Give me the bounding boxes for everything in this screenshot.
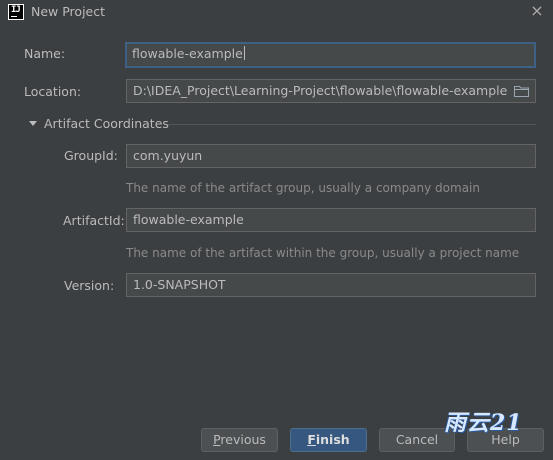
- name-input[interactable]: flowable-example: [125, 42, 536, 68]
- triangle-down-icon[interactable]: [29, 121, 37, 126]
- groupid-input-value: com.yuyun: [133, 148, 203, 163]
- location-label: Location:: [24, 84, 82, 99]
- groupid-hint: The name of the artifact group, usually …: [126, 181, 480, 195]
- groupid-label: GroupId:: [64, 148, 118, 163]
- intellij-idea-icon: IJ: [8, 4, 24, 20]
- finish-label: inish: [315, 432, 350, 447]
- artifactid-input[interactable]: flowable-example: [126, 208, 536, 232]
- window-title: New Project: [31, 4, 106, 19]
- finish-button[interactable]: Finish: [290, 428, 367, 452]
- groupid-input[interactable]: com.yuyun: [126, 144, 536, 168]
- artifactid-hint: The name of the artifact within the grou…: [126, 246, 520, 260]
- section-divider: [168, 124, 536, 125]
- location-input-value: D:\IDEA_Project\Learning-Project\flowabl…: [133, 83, 508, 98]
- close-icon[interactable]: ×: [527, 1, 547, 21]
- version-input[interactable]: 1.0-SNAPSHOT: [126, 273, 536, 297]
- location-input[interactable]: D:\IDEA_Project\Learning-Project\flowabl…: [126, 79, 536, 103]
- artifact-coordinates-toggle[interactable]: Artifact Coordinates: [44, 116, 169, 131]
- version-label: Version:: [64, 278, 115, 293]
- name-label: Name:: [24, 46, 66, 61]
- previous-button[interactable]: Previous: [201, 428, 278, 452]
- artifactid-label: ArtifactId:: [63, 213, 125, 228]
- title-bar: IJ New Project ×: [0, 0, 553, 24]
- version-input-value: 1.0-SNAPSHOT: [133, 277, 226, 292]
- finish-mnemonic: F: [307, 432, 316, 447]
- previous-label: revious: [220, 432, 266, 447]
- artifactid-input-value: flowable-example: [133, 212, 244, 227]
- name-input-value: flowable-example: [132, 46, 243, 61]
- folder-icon[interactable]: [514, 85, 529, 97]
- watermark-logo: 雨云21: [444, 410, 523, 436]
- text-caret: [243, 46, 245, 60]
